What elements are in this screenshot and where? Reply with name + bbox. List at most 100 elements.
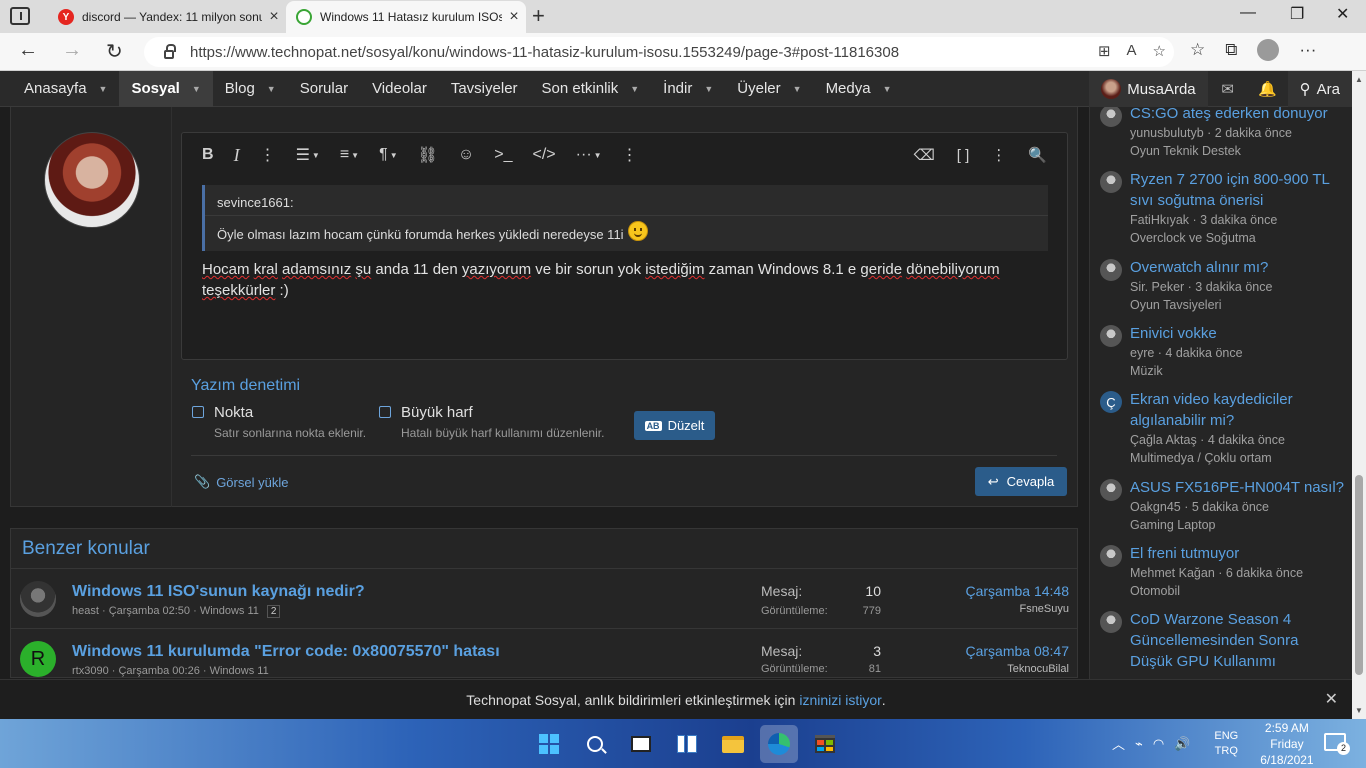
nav-son-etkinlik[interactable]: Son etkinlik ▼	[530, 71, 652, 107]
search-button[interactable]: ⚲ Ara	[1287, 71, 1352, 107]
thread-row[interactable]: Windows 11 ISO'sunun kaynağı nedir? heas…	[11, 569, 1077, 629]
paragraph-icon[interactable]: ¶ ▼	[379, 146, 398, 164]
more-menu-icon[interactable]: ···	[1299, 40, 1316, 60]
nav-uyeler[interactable]: Üyeler ▼	[725, 71, 813, 107]
page-scrollbar[interactable]: ▲ ▼	[1352, 71, 1366, 719]
wifi-icon[interactable]: ◠	[1153, 736, 1164, 752]
nav-indir[interactable]: İndir ▼	[651, 71, 725, 107]
inbox-icon[interactable]: ✉	[1208, 80, 1248, 98]
list-item[interactable]: CS:GO ateş ederken donuyor yunusbulutyb …	[1100, 107, 1345, 160]
last-post-date[interactable]: Çarşamba 08:47	[965, 643, 1069, 659]
edge-button[interactable]	[760, 725, 798, 763]
list-item[interactable]: ASUS FX516PE-HN004T nasıl? Oakgn45 · 5 d…	[1100, 477, 1345, 534]
profile-icon[interactable]	[1257, 39, 1280, 61]
close-icon[interactable]: ✕	[1325, 689, 1338, 709]
collections-icon[interactable]: ⧉	[1225, 40, 1237, 60]
close-tab-icon[interactable]: ×	[262, 8, 286, 26]
widgets-button[interactable]	[668, 725, 706, 763]
nav-sosyal[interactable]: Sosyal ▼	[119, 70, 213, 107]
more-options-icon[interactable]: ⋮	[991, 146, 1006, 164]
fix-button[interactable]: AB Düzelt	[634, 411, 715, 440]
tab-yandex[interactable]: Y discord — Yandex: 11 milyon sonuç ×	[48, 1, 286, 33]
url-field[interactable]: https://www.technopat.net/sosyal/konu/wi…	[144, 37, 1174, 67]
new-tab-icon[interactable]: +	[532, 3, 545, 29]
list-item[interactable]: Ç Ekran video kaydediciler algılanabilir…	[1100, 389, 1345, 467]
eraser-icon[interactable]: ⌫	[914, 146, 935, 164]
store-button[interactable]	[806, 725, 844, 763]
preview-icon[interactable]: 🔍	[1028, 146, 1047, 164]
capital-checkbox[interactable]	[379, 406, 391, 418]
add-favorite-icon[interactable]: ☆	[1153, 42, 1166, 60]
list-item[interactable]: Ryzen 7 2700 için 800-900 TL sıvı soğutm…	[1100, 169, 1345, 247]
nav-medya[interactable]: Medya ▼	[814, 71, 904, 107]
code-icon[interactable]: </>	[533, 146, 556, 164]
nav-videolar[interactable]: Videolar	[360, 71, 439, 107]
align-icon[interactable]: ≡ ▼	[340, 146, 359, 164]
permission-link[interactable]: izninizi istiyor	[799, 692, 881, 708]
chevron-down-icon[interactable]: ▼	[793, 84, 802, 94]
back-icon[interactable]: ←	[18, 39, 38, 62]
last-post-date[interactable]: Çarşamba 14:48	[965, 583, 1069, 599]
list-item[interactable]: El freni tutmuyor Mehmet Kağan · 6 dakik…	[1100, 543, 1345, 600]
file-explorer-button[interactable]	[714, 725, 752, 763]
more-options-icon[interactable]: ⋮	[260, 145, 276, 165]
thread-row[interactable]: R Windows 11 kurulumda "Error code: 0x80…	[11, 629, 1077, 677]
list-item[interactable]: Overwatch alınır mı? Sir. Peker · 3 daki…	[1100, 257, 1345, 314]
refresh-icon[interactable]: ↻	[106, 39, 123, 64]
thread-title[interactable]: Windows 11 kurulumda "Error code: 0x8007…	[72, 643, 500, 661]
nav-sorular[interactable]: Sorular	[288, 71, 360, 107]
minimize-icon[interactable]: —	[1240, 4, 1256, 22]
close-window-icon[interactable]: ✕	[1336, 4, 1349, 24]
volume-icon[interactable]: 🔊	[1174, 736, 1190, 752]
search-taskbar-button[interactable]	[576, 725, 614, 763]
last-post-user[interactable]: TeknocuBilal	[1007, 663, 1069, 675]
language-indicator[interactable]: ENG TRQ	[1214, 729, 1238, 759]
forward-icon[interactable]: →	[62, 39, 82, 62]
terminal-icon[interactable]: >_	[494, 146, 512, 164]
insert-more-icon[interactable]: ··· ▼	[576, 146, 602, 164]
link-icon[interactable]: ⛓	[418, 145, 438, 165]
chevron-down-icon[interactable]: ▼	[192, 84, 201, 94]
period-checkbox[interactable]	[192, 406, 204, 418]
apps-icon[interactable]: ⊞	[1098, 42, 1111, 60]
nav-tavsiyeler[interactable]: Tavsiyeler	[439, 71, 530, 107]
task-view-button[interactable]	[622, 725, 660, 763]
notification-center-icon[interactable]: 2	[1324, 733, 1350, 755]
bell-icon[interactable]: 🔔	[1248, 80, 1288, 98]
bold-icon[interactable]: B	[202, 146, 214, 164]
network-icon[interactable]: ⌁	[1135, 736, 1143, 752]
chevron-up-icon[interactable]: ︿	[1112, 734, 1125, 753]
scrollbar-thumb[interactable]	[1355, 475, 1363, 675]
user-menu[interactable]: MusaArda	[1089, 71, 1208, 107]
maximize-icon[interactable]: ❐	[1290, 4, 1304, 24]
chevron-down-icon[interactable]: ▼	[99, 84, 108, 94]
page-link[interactable]: 2	[266, 605, 281, 618]
chevron-down-icon[interactable]: ▼	[704, 84, 713, 94]
reply-button[interactable]: ↩ Cevapla	[975, 467, 1067, 496]
read-aloud-icon[interactable]: A	[1127, 42, 1137, 60]
more-options-icon[interactable]: ⋮	[622, 145, 638, 165]
chevron-down-icon[interactable]: ▼	[267, 84, 276, 94]
reply-editor[interactable]: B I ⋮ ☰ ▼ ≡ ▼ ¶ ▼ ⛓ ☺ >_ </> ··· ▼ ⋮ ⌫ [ ] ⋮…	[181, 132, 1068, 360]
nav-anasayfa[interactable]: Anasayfa ▼	[0, 71, 119, 107]
thread-title[interactable]: Windows 11 ISO'sunun kaynağı nedir?	[72, 583, 365, 601]
chevron-down-icon[interactable]: ▼	[630, 84, 639, 94]
chevron-down-icon[interactable]: ▼	[883, 84, 892, 94]
list-item[interactable]: CoD Warzone Season 4 Güncellemesinden So…	[1100, 609, 1345, 672]
close-tab-icon[interactable]: ×	[502, 8, 526, 26]
clock[interactable]: 2:59 AM Friday 6/18/2021	[1260, 720, 1313, 768]
tab-actions-icon[interactable]	[10, 7, 30, 25]
scroll-up-icon[interactable]: ▲	[1355, 75, 1363, 84]
reply-text[interactable]: Hocam kral adamsınız şu anda 11 den yazı…	[202, 259, 1048, 301]
list-icon[interactable]: ☰ ▼	[296, 145, 320, 165]
emoji-icon[interactable]: ☺	[458, 146, 474, 164]
start-button[interactable]	[530, 725, 568, 763]
last-post-user[interactable]: FsneSuyu	[1019, 603, 1069, 615]
bbcode-icon[interactable]: [ ]	[957, 147, 970, 164]
tab-technopat[interactable]: Windows 11 Hatasız kurulum ISOsu ×	[286, 1, 526, 33]
italic-icon[interactable]: I	[234, 145, 240, 166]
nav-blog[interactable]: Blog ▼	[213, 71, 288, 107]
favorites-icon[interactable]: ☆	[1190, 40, 1205, 60]
upload-image-link[interactable]: 📎 Görsel yükle	[194, 474, 288, 490]
list-item[interactable]: Enivici vokke eyre · 4 dakika önce Müzik	[1100, 323, 1345, 380]
